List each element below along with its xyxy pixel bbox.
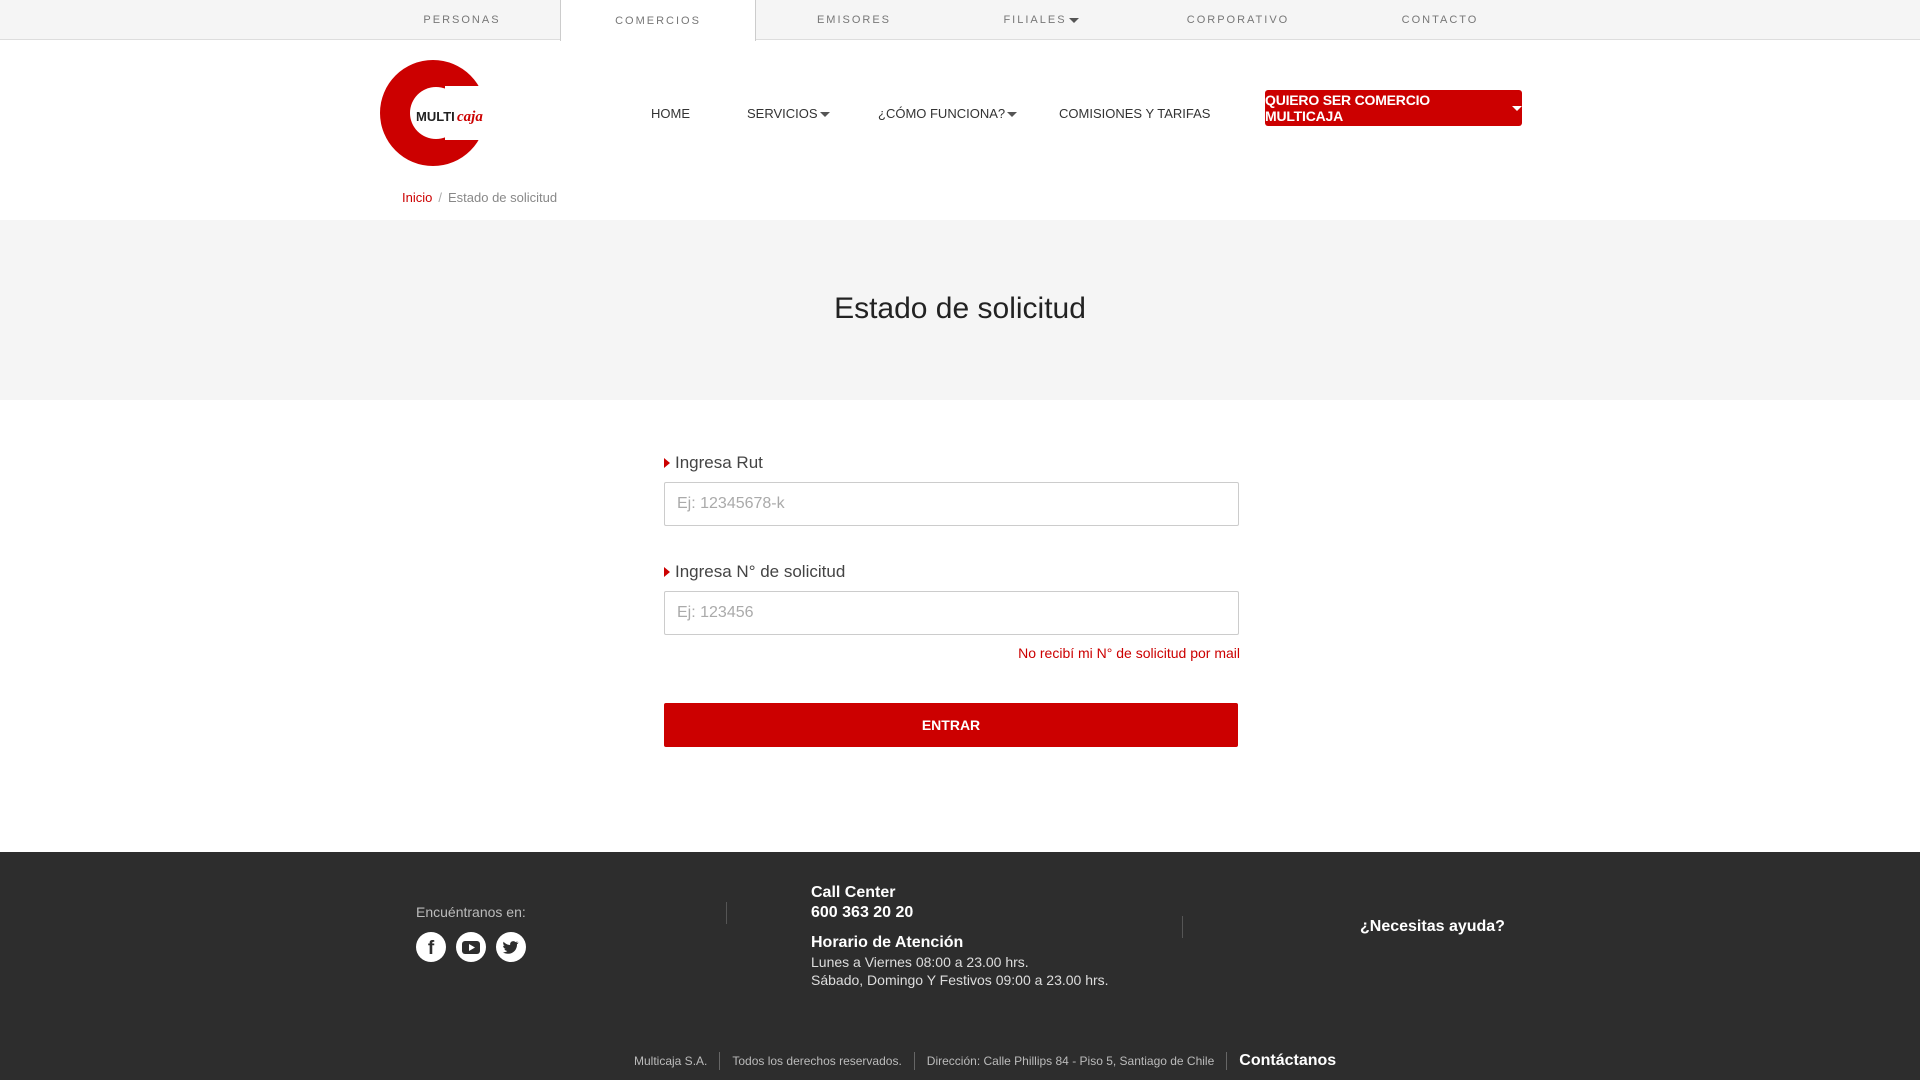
nav-servicios[interactable]: SERVICIOS (747, 106, 830, 121)
nav-label: COMISIONES Y TARIFAS (1059, 106, 1211, 121)
caret-down-icon (1007, 112, 1018, 118)
contact-link[interactable]: Contáctanos (1227, 1052, 1336, 1070)
tab-label: PERSONAS (423, 14, 501, 26)
tab-label: FILIALES (1003, 14, 1067, 26)
footer-bottom-bar: Multicaja S.A. Todos los derechos reserv… (634, 1052, 1336, 1070)
footer-divider (1182, 916, 1183, 938)
tab-filiales[interactable]: FILIALES (943, 0, 1139, 40)
footer-divider (726, 902, 727, 924)
youtube-icon[interactable] (456, 932, 486, 962)
tab-label: CORPORATIVO (1186, 14, 1290, 26)
tab-personas[interactable]: PERSONAS (364, 0, 560, 40)
call-center-number[interactable]: 600 363 20 20 (811, 904, 1109, 922)
breadcrumb-home-link[interactable]: Inicio (402, 190, 432, 205)
top-navigation: PERSONAS COMERCIOS EMISORES FILIALES COR… (0, 0, 1920, 41)
arrow-right-icon (664, 567, 670, 577)
caret-down-icon (1068, 17, 1079, 23)
status-form: Ingresa Rut Ingresa N° de solicitud No r… (664, 450, 1240, 747)
svg-text:f: f (428, 938, 435, 959)
hours-weekend: Sábado, Domingo Y Festivos 09:00 a 23.00… (811, 972, 1109, 988)
tab-label: COMERCIOS (615, 14, 701, 27)
rut-label: Ingresa Rut (664, 450, 1240, 476)
tab-corporativo[interactable]: CORPORATIVO (1140, 0, 1336, 40)
logo-mark: MULTI caja (380, 60, 490, 166)
no-recibi-solicitud-link[interactable]: No recibí mi N° de solicitud por mail (664, 645, 1240, 661)
quiero-ser-comercio-button[interactable]: QUIERO SER COMERCIO MULTICAJA (1265, 90, 1522, 126)
svg-text:caja: caja (457, 109, 483, 125)
need-help-link[interactable]: ¿Necesitas ayuda? (1360, 918, 1505, 936)
rights-text: Todos los derechos reservados. (720, 1052, 915, 1070)
arrow-right-icon (664, 458, 670, 468)
nav-label: ¿CÓMO FUNCIONA? (878, 106, 1006, 121)
solicitud-input[interactable] (664, 591, 1239, 635)
footer: Encuéntranos en: f Call Center 600 363 2… (0, 852, 1920, 1080)
caret-down-icon (819, 112, 830, 118)
rut-input[interactable] (664, 482, 1239, 526)
call-center-block: Call Center 600 363 20 20 Horario de Ate… (811, 884, 1109, 988)
nav-label: HOME (651, 106, 690, 121)
svg-text:MULTI: MULTI (416, 109, 455, 124)
cta-label: QUIERO SER COMERCIO MULTICAJA (1265, 92, 1430, 124)
rut-label-text: Ingresa Rut (675, 453, 763, 472)
breadcrumb-current: Estado de solicitud (447, 190, 558, 205)
tab-label: EMISORES (816, 14, 892, 26)
nav-home[interactable]: HOME (651, 106, 690, 121)
breadcrumb: Inicio / Estado de solicitud (402, 190, 557, 205)
twitter-icon[interactable] (496, 932, 526, 962)
solicitud-group: Ingresa N° de solicitud (664, 559, 1240, 635)
tab-contacto[interactable]: CONTACTO (1342, 0, 1538, 40)
tab-label: CONTACTO (1401, 14, 1479, 26)
breadcrumb-separator: / (438, 190, 442, 205)
page-header-band: Estado de solicitud (0, 220, 1920, 400)
solicitud-label-text: Ingresa N° de solicitud (675, 562, 846, 581)
nav-como-funciona[interactable]: ¿CÓMO FUNCIONA? (878, 106, 1018, 121)
nav-label: SERVICIOS (747, 106, 818, 121)
caret-down-icon (1512, 105, 1522, 111)
find-us-label: Encuéntranos en: (416, 904, 526, 920)
nav-comisiones-tarifas[interactable]: COMISIONES Y TARIFAS (1059, 106, 1210, 121)
company-name: Multicaja S.A. (634, 1052, 721, 1070)
tab-comercios[interactable]: COMERCIOS (560, 0, 756, 41)
address-text: Dirección: Calle Phillips 84 - Piso 5, S… (915, 1052, 1228, 1070)
multicaja-logo[interactable]: MULTI caja (380, 58, 495, 168)
hours-title: Horario de Atención (811, 934, 964, 951)
tab-emisores[interactable]: EMISORES (756, 0, 952, 40)
facebook-icon[interactable]: f (416, 932, 446, 962)
solicitud-label: Ingresa N° de solicitud (664, 559, 1240, 585)
hours-weekdays: Lunes a Viernes 08:00 a 23.00 hrs. (811, 954, 1029, 970)
page-title: Estado de solicitud (834, 292, 1086, 325)
entrar-button[interactable]: ENTRAR (664, 703, 1238, 747)
call-center-title: Call Center (811, 884, 896, 901)
